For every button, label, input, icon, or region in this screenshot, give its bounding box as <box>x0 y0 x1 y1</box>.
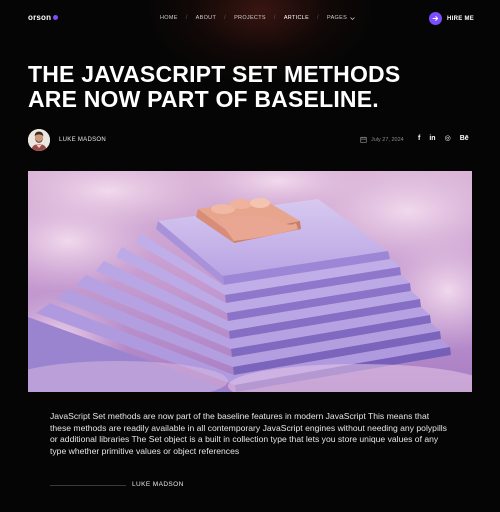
publish-date: July 27, 2024 <box>360 136 404 143</box>
main-nav: HOME / ABOUT / PROJECTS / ARTICLE / PAGE… <box>160 15 355 21</box>
nav-separator: / <box>273 15 276 21</box>
nav-about[interactable]: ABOUT <box>196 15 216 21</box>
site-header: orson HOME / ABOUT / PROJECTS / ARTICLE … <box>0 0 500 40</box>
nav-home-label: HOME <box>160 15 178 21</box>
author-block[interactable]: LUKE MADSON <box>28 129 106 151</box>
hire-me-button[interactable]: HIRE ME <box>429 12 474 25</box>
nav-separator: / <box>224 15 227 21</box>
nav-projects-label: PROJECTS <box>234 15 266 21</box>
logo-dot-icon <box>53 15 59 20</box>
author-name: LUKE MADSON <box>59 137 106 143</box>
article-body: JavaScript Set methods are now part of t… <box>50 411 447 456</box>
hero-image <box>28 171 472 392</box>
nav-article-label: ARTICLE <box>283 15 310 21</box>
article-title-line-1: THE JAVASCRIPT SET METHODS <box>28 61 401 87</box>
article-title-line-2: ARE NOW PART OF BASELINE. <box>28 86 379 112</box>
nav-projects[interactable]: PROJECTS <box>234 15 266 21</box>
author-avatar <box>28 129 50 151</box>
article-title: THE JAVASCRIPT SET METHODS ARE NOW PART … <box>28 62 448 112</box>
arrow-right-icon <box>429 12 442 25</box>
quote-author: LUKE MADSON <box>132 481 184 488</box>
quote-divider <box>50 485 126 486</box>
brand-name: orson <box>28 13 52 22</box>
calendar-icon <box>360 136 367 143</box>
nav-pages-label: PAGES <box>327 15 348 21</box>
instagram-icon[interactable]: ◎ <box>445 134 451 142</box>
social-links: f in ◎ Bē <box>418 134 478 143</box>
hire-me-label: HIRE ME <box>447 15 475 22</box>
nav-home[interactable]: HOME <box>160 15 178 21</box>
nav-separator: / <box>317 15 320 21</box>
nav-separator: / <box>185 15 188 21</box>
facebook-icon[interactable]: f <box>418 135 420 142</box>
chevron-down-icon <box>350 16 355 20</box>
nav-pages[interactable]: PAGES <box>327 15 355 21</box>
brand-logo[interactable]: orson <box>28 13 59 22</box>
publish-date-text: July 27, 2024 <box>371 136 404 143</box>
linkedin-icon[interactable]: in <box>429 135 435 142</box>
nav-about-label: ABOUT <box>195 15 217 21</box>
nav-article[interactable]: ARTICLE <box>284 15 309 21</box>
behance-icon[interactable]: Bē <box>460 135 469 142</box>
